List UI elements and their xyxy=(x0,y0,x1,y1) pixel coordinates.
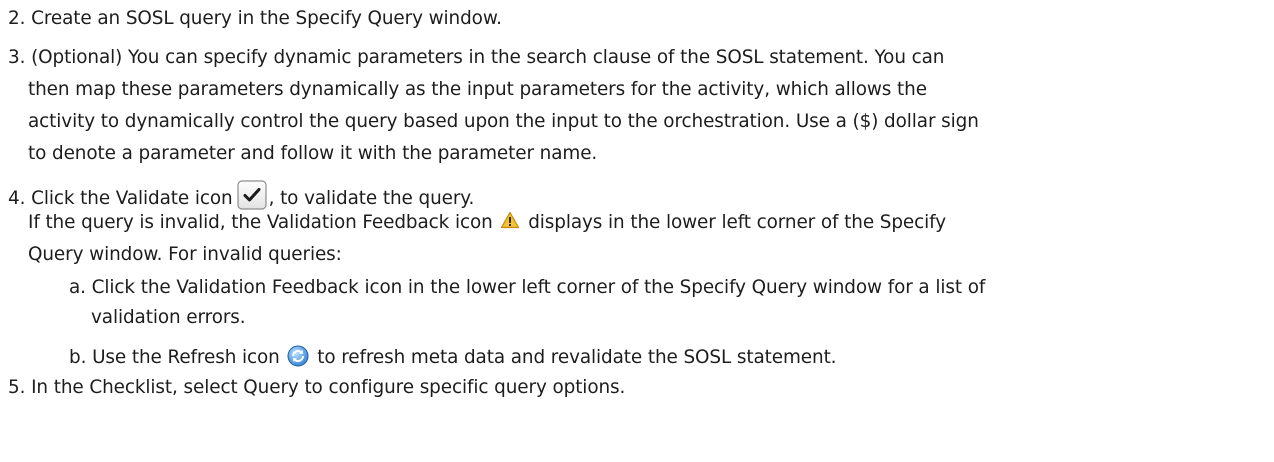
step-4-text-after-icon: , to validate the query. xyxy=(268,188,475,209)
sub-step-a-line-1: a. Click the Validation Feedback icon in… xyxy=(69,277,986,298)
step-4-line-2: If the query is invalid, the Validation … xyxy=(28,211,946,235)
step-3-line-1: 3. (Optional) You can specify dynamic pa… xyxy=(8,47,945,68)
sub-step-b-after-icon: to refresh meta data and revalidate the … xyxy=(317,347,837,368)
refresh-icon xyxy=(287,345,309,367)
sub-step-b-before-icon: b. Use the Refresh icon xyxy=(69,347,280,368)
warning-triangle-icon xyxy=(500,211,520,229)
step-3-line-3: activity to dynamically control the quer… xyxy=(28,111,979,132)
step-4-text-before-icon: 4. Click the Validate icon xyxy=(8,188,233,209)
step-4-line-3: Query window. For invalid queries: xyxy=(28,244,342,265)
step-3-line-4: to denote a parameter and follow it with… xyxy=(28,143,598,164)
sub-step-a-line-2: validation errors. xyxy=(91,307,246,328)
step-3-line-2: then map these parameters dynamically as… xyxy=(28,79,927,100)
sub-step-b: b. Use the Refresh icon to refresh meta … xyxy=(69,345,837,370)
document: 2. Create an SOSL query in the Specify Q… xyxy=(0,0,1274,462)
step-4-line-2-before-icon: If the query is invalid, the Validation … xyxy=(28,212,493,233)
step-4-line-2-after-icon: displays in the lower left corner of the… xyxy=(528,212,947,233)
step-2: 2. Create an SOSL query in the Specify Q… xyxy=(8,8,502,29)
step-5: 5. In the Checklist, select Query to con… xyxy=(8,377,626,398)
step-4-line-1: 4. Click the Validate icon , to validate… xyxy=(8,180,474,211)
checkmark-icon xyxy=(236,180,267,210)
